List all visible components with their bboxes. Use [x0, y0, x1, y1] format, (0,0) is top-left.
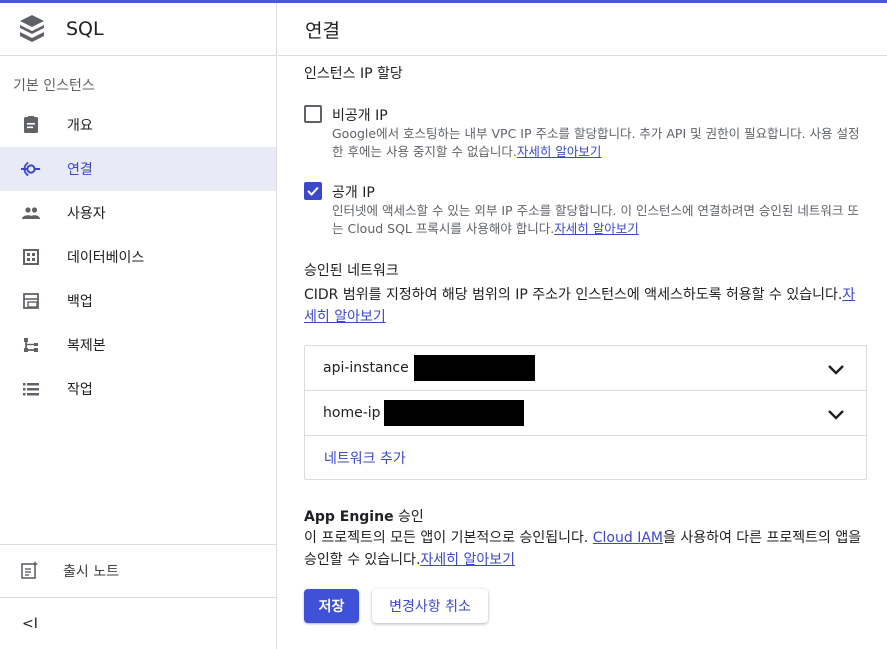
- app-engine-heading-rest: 승인: [393, 509, 424, 525]
- sidebar: SQL 기본 인스턴스 개요 연결 사용자 데이터베이스 백업 복제본 작업 출…: [0, 3, 277, 649]
- app-engine-heading: App Engine 승인: [304, 506, 424, 526]
- authorized-networks-heading: 승인된 네트워크: [304, 263, 399, 279]
- app-desc-text-1: 이 프로젝트의 모든 앱이 기본적으로 승인됩니다.: [304, 530, 593, 546]
- save-button[interactable]: 저장: [304, 589, 359, 623]
- checkmark-icon: [307, 186, 319, 196]
- sidebar-item-label: 데이터베이스: [67, 250, 145, 266]
- sidebar-item-users[interactable]: 사용자: [0, 191, 276, 235]
- overview-icon: [21, 115, 41, 135]
- connections-icon: [21, 159, 41, 179]
- product-title: SQL: [66, 18, 104, 40]
- authorized-networks-list: api-instance home-ip 네트워크 추가: [304, 345, 867, 480]
- cloud-iam-link[interactable]: Cloud IAM: [593, 530, 663, 546]
- users-icon: [21, 203, 41, 223]
- page-title: 연결: [305, 19, 340, 42]
- collapse-sidebar-button[interactable]: <I: [0, 597, 276, 649]
- network-row-api-instance[interactable]: api-instance: [305, 346, 866, 391]
- private-ip-learn-more-link[interactable]: 자세히 알아보기: [517, 144, 601, 159]
- public-ip-learn-more-link[interactable]: 자세히 알아보기: [554, 221, 638, 236]
- release-notes-label: 출시 노트: [63, 564, 119, 580]
- ip-assignment-heading: 인스턴스 IP 할당: [304, 66, 403, 82]
- sidebar-item-label: 사용자: [67, 206, 106, 222]
- backups-icon: [21, 291, 41, 311]
- app-engine-learn-more-link[interactable]: 자세히 알아보기: [420, 552, 515, 568]
- network-name: home-ip: [323, 405, 381, 421]
- sidebar-item-backups[interactable]: 백업: [0, 279, 276, 323]
- redacted-ip: [383, 400, 524, 426]
- chevron-down-icon[interactable]: [826, 359, 846, 379]
- auth-desc-text: CIDR 범위를 지정하여 해당 범위의 IP 주소가 인스턴스에 액세스하도록…: [304, 287, 843, 303]
- app-engine-heading-bold: App Engine: [304, 509, 394, 525]
- sidebar-item-operations[interactable]: 작업: [0, 367, 276, 411]
- network-row-home-ip[interactable]: home-ip: [305, 391, 866, 436]
- sidebar-item-overview[interactable]: 개요: [0, 103, 276, 147]
- operations-icon: [21, 379, 41, 399]
- sidebar-item-databases[interactable]: 데이터베이스: [0, 235, 276, 279]
- add-network-button[interactable]: 네트워크 추가: [305, 436, 866, 480]
- chevron-down-icon[interactable]: [826, 404, 846, 424]
- sidebar-item-label: 연결: [67, 162, 93, 178]
- sidebar-item-label: 복제본: [67, 338, 106, 354]
- sidebar-item-label: 개요: [67, 118, 93, 134]
- sidebar-item-connections[interactable]: 연결: [0, 147, 276, 191]
- page-header: 연결: [278, 3, 887, 56]
- sidebar-section-label: 기본 인스턴스: [13, 78, 95, 94]
- public-ip-label: 공개 IP: [332, 185, 375, 201]
- public-ip-checkbox[interactable]: [304, 182, 322, 200]
- redacted-ip: [413, 355, 535, 381]
- sql-product-icon: [20, 15, 44, 42]
- collapse-icon: <I: [22, 615, 38, 632]
- public-ip-description: 인터넷에 액세스할 수 있는 외부 IP 주소를 할당합니다. 이 인스턴스에 …: [332, 202, 867, 238]
- discard-changes-button[interactable]: 변경사항 취소: [372, 589, 488, 623]
- network-name: api-instance: [323, 360, 409, 376]
- sidebar-item-label: 작업: [67, 382, 93, 398]
- authorized-networks-description: CIDR 범위를 지정하여 해당 범위의 IP 주소가 인스턴스에 액세스하도록…: [304, 284, 864, 328]
- replicas-icon: [21, 335, 41, 355]
- app-engine-description: 이 프로젝트의 모든 앱이 기본적으로 승인됩니다. Cloud IAM을 사용…: [304, 527, 869, 571]
- sidebar-item-release-notes[interactable]: 출시 노트: [0, 544, 276, 597]
- databases-icon: [21, 247, 41, 267]
- private-ip-checkbox[interactable]: [304, 105, 322, 123]
- brand: SQL: [0, 3, 276, 56]
- private-ip-description: Google에서 호스팅하는 내부 VPC IP 주소를 할당합니다. 추가 A…: [332, 125, 867, 161]
- sidebar-item-label: 백업: [67, 294, 93, 310]
- sidebar-item-replicas[interactable]: 복제본: [0, 323, 276, 367]
- private-ip-label: 비공개 IP: [332, 108, 388, 124]
- release-notes-icon: [21, 561, 41, 581]
